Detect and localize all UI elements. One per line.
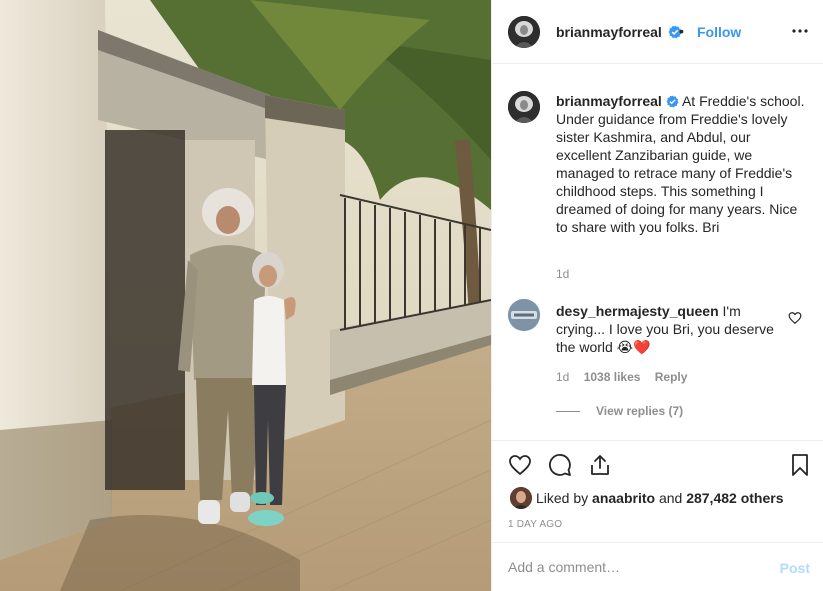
comment-reply-button[interactable]: Reply (655, 370, 688, 384)
bookmark-icon[interactable] (788, 453, 812, 477)
caption-author-username[interactable]: brianmayforreal (556, 93, 662, 109)
view-replies-button[interactable]: View replies (7) (556, 404, 683, 418)
avatar-image (508, 16, 540, 48)
liker-avatar[interactable] (510, 487, 532, 509)
separator-dot: • (679, 23, 684, 39)
likes-text: Liked by anaabrito and 287,482 others (536, 490, 784, 506)
follow-button[interactable]: Follow (697, 24, 741, 40)
liker-username[interactable]: anaabrito (592, 490, 655, 506)
comment-item: desy_hermajesty_queen I'm crying... I lo… (556, 302, 784, 356)
post-action-bar (492, 440, 823, 488)
likes-summary: Liked by anaabrito and 287,482 others (492, 484, 823, 512)
add-comment-input[interactable] (508, 556, 768, 578)
comments-section[interactable]: brianmayforreal At Freddie's school. Und… (492, 65, 823, 440)
comment-likes-count[interactable]: 1038 likes (584, 370, 641, 384)
likes-connector: and (658, 490, 683, 506)
comment-author-username[interactable]: desy_hermajesty_queen (556, 303, 719, 319)
caption-timestamp[interactable]: 1d (556, 267, 569, 281)
commenter-avatar[interactable] (508, 299, 540, 331)
post-comment-button[interactable]: Post (780, 560, 810, 576)
heart-icon[interactable] (508, 453, 532, 477)
caption-author-avatar[interactable] (508, 91, 540, 123)
author-username[interactable]: brianmayforreal (556, 24, 662, 40)
likes-count[interactable]: 287,482 others (686, 490, 783, 506)
post-details-panel: brianmayforreal • Follow brianmayforreal (491, 0, 823, 591)
caption-text: At Freddie's school. Under guidance from… (556, 93, 805, 235)
replies-divider-line (556, 411, 580, 413)
author-avatar[interactable] (508, 16, 540, 48)
post-date[interactable]: 1 DAY AGO (508, 519, 562, 530)
post-image-illustration (0, 0, 491, 591)
comment-timestamp[interactable]: 1d (556, 370, 569, 384)
post-photo[interactable] (0, 0, 491, 591)
comment-meta: 1d 1038 likes Reply (556, 370, 698, 384)
avatar-image (510, 487, 532, 509)
post-header: brianmayforreal • Follow (492, 0, 823, 64)
likes-prefix: Liked by (536, 490, 589, 506)
avatar-image (508, 91, 540, 123)
verified-badge-icon (666, 95, 679, 108)
share-icon[interactable] (588, 453, 612, 477)
more-options-icon[interactable] (788, 19, 812, 43)
comment-like-heart-icon[interactable] (788, 311, 802, 325)
comment-icon[interactable] (548, 453, 572, 477)
avatar-image (508, 299, 540, 331)
view-replies-label: View replies (7) (596, 404, 684, 418)
post-caption: brianmayforreal At Freddie's school. Und… (556, 92, 808, 236)
add-comment-bar: Post (492, 542, 823, 591)
